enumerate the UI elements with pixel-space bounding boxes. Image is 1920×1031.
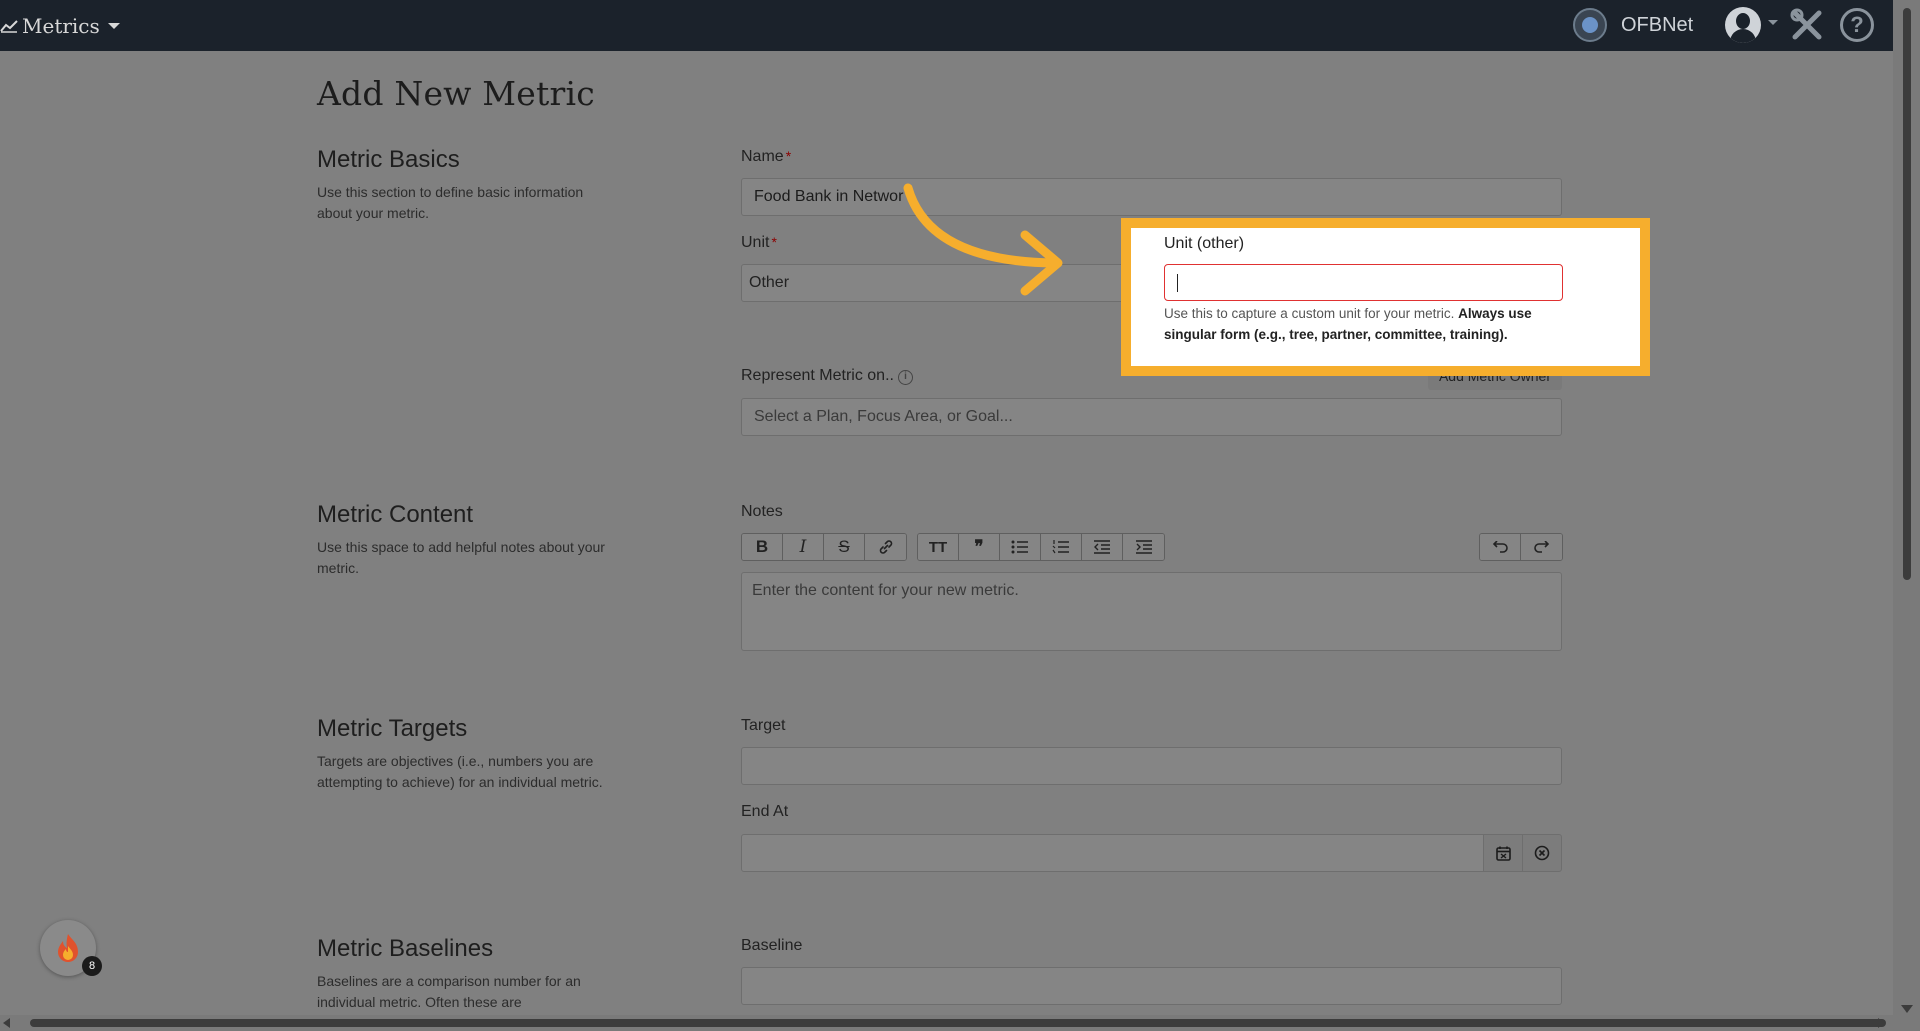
outdent-button[interactable] xyxy=(1082,534,1123,560)
unit-other-help: Use this to capture a custom unit for yo… xyxy=(1164,306,1532,342)
link-button[interactable] xyxy=(865,534,906,560)
user-menu-caret-icon[interactable] xyxy=(1768,20,1778,25)
target-label: Target xyxy=(741,717,786,734)
help-icon[interactable]: ? xyxy=(1840,8,1874,42)
indent-button[interactable] xyxy=(1123,534,1164,560)
scroll-thumb[interactable] xyxy=(1903,8,1911,580)
app-switcher[interactable]: Metrics xyxy=(0,10,120,42)
name-label: Name * xyxy=(741,148,792,165)
unit-other-input[interactable] xyxy=(1164,264,1563,301)
history-toolbar xyxy=(1479,533,1563,561)
undo-button[interactable] xyxy=(1480,534,1521,560)
end-at-label: End At xyxy=(741,803,789,820)
unit-label: Unit * xyxy=(741,234,777,251)
section-title-targets: Metric Targets xyxy=(317,715,468,742)
quote-button[interactable]: ❞ xyxy=(959,534,1000,560)
info-icon[interactable]: i xyxy=(897,370,913,385)
baseline-input[interactable] xyxy=(741,967,1562,1005)
bullet-list-icon xyxy=(1011,540,1028,554)
caret-down-icon xyxy=(107,23,120,29)
bullet-list-button[interactable] xyxy=(1000,534,1041,560)
org-switcher[interactable]: OFBNet xyxy=(1573,8,1693,42)
section-desc-basics: Use this section to define basic informa… xyxy=(317,184,584,221)
heading-button[interactable]: TT xyxy=(918,534,959,560)
clear-circle-icon xyxy=(1534,845,1550,861)
top-nav: Metrics OFBNet ? xyxy=(0,0,1893,51)
scroll-right-arrow-icon[interactable] xyxy=(1878,1018,1885,1028)
chart-line-icon xyxy=(0,20,18,33)
baseline-label: Baseline xyxy=(741,937,803,954)
section-desc-baselines: Baselines are a comparison number for an… xyxy=(317,973,581,1010)
name-input[interactable]: Food Bank in Networ xyxy=(741,178,1562,216)
notes-editor[interactable]: Enter the content for your new metric. xyxy=(741,572,1562,651)
org-logo-icon xyxy=(1573,8,1607,42)
represent-metric-select[interactable]: Select a Plan, Focus Area, or Goal... xyxy=(741,398,1562,436)
indent-icon xyxy=(1135,540,1152,554)
org-name: OFBNet xyxy=(1621,13,1694,36)
target-input[interactable] xyxy=(741,747,1562,785)
represent-label: Represent Metric on.. i xyxy=(741,367,913,385)
outdent-icon xyxy=(1094,540,1110,554)
section-desc-content: Use this space to add helpful notes abou… xyxy=(317,539,605,576)
redo-icon xyxy=(1533,541,1549,553)
user-avatar-icon[interactable] xyxy=(1725,7,1761,43)
bold-button[interactable]: B xyxy=(742,534,783,560)
link-icon xyxy=(879,540,892,554)
block-toolbar: TT ❞ xyxy=(917,533,1165,561)
notes-label: Notes xyxy=(741,503,783,520)
horizontal-scrollbar[interactable] xyxy=(0,1015,1893,1031)
tools-icon[interactable] xyxy=(1789,7,1825,48)
format-toolbar: B I S xyxy=(741,533,907,561)
redo-button[interactable] xyxy=(1521,534,1562,560)
section-title-basics: Metric Basics xyxy=(317,146,460,173)
numbered-list-button[interactable] xyxy=(1041,534,1082,560)
section-title-content: Metric Content xyxy=(317,501,474,528)
strikethrough-button[interactable]: S xyxy=(824,534,865,560)
undo-icon xyxy=(1492,541,1508,553)
scroll-left-arrow-icon[interactable] xyxy=(3,1018,10,1028)
text-cursor xyxy=(1177,274,1178,292)
page-title: Add New Metric xyxy=(317,74,595,113)
end-at-input[interactable] xyxy=(741,834,1484,872)
italic-button[interactable]: I xyxy=(783,534,824,560)
clear-date-button[interactable] xyxy=(1522,834,1562,872)
pointer-arrow-icon xyxy=(903,183,1063,296)
badge-count: 8 xyxy=(82,956,102,976)
calendar-button[interactable] xyxy=(1483,834,1523,872)
section-desc-targets: Targets are objectives (i.e., numbers yo… xyxy=(317,753,603,790)
numbered-list-icon xyxy=(1052,540,1069,554)
section-title-baselines: Metric Baselines xyxy=(317,935,494,962)
calendar-icon xyxy=(1495,846,1511,861)
scroll-thumb[interactable] xyxy=(30,1019,1886,1027)
unit-other-label: Unit (other) xyxy=(1164,235,1245,252)
scroll-down-arrow-icon[interactable] xyxy=(1901,1005,1913,1013)
required-mark: * xyxy=(785,148,792,164)
vertical-scrollbar[interactable] xyxy=(1893,0,1920,1031)
required-mark: * xyxy=(771,234,777,250)
app-name: Metrics xyxy=(22,14,100,38)
